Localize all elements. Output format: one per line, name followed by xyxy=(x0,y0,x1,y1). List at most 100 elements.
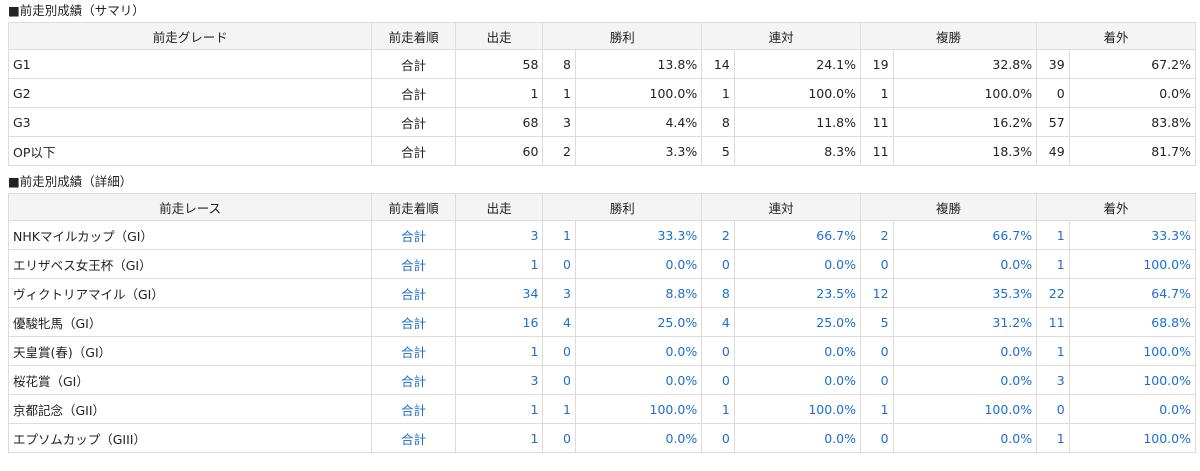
fukusho-count-cell[interactable]: 0 xyxy=(860,365,894,395)
rentai-count-cell[interactable]: 0 xyxy=(701,336,735,366)
win-count-cell[interactable]: 0 xyxy=(542,365,576,395)
row-name-cell: OP以下 xyxy=(7,136,373,166)
runs-cell[interactable]: 16 xyxy=(454,307,544,337)
win-rate-cell[interactable]: 0.0% xyxy=(574,336,703,366)
rentai-rate-cell[interactable]: 25.0% xyxy=(733,307,862,337)
finish-total-cell[interactable]: 合計 xyxy=(371,365,456,395)
fukusho-count-cell: 11 xyxy=(860,136,894,166)
out-count-cell[interactable]: 11 xyxy=(1036,307,1070,337)
header-fukusho: 複勝 xyxy=(859,22,1038,50)
fukusho-count-cell[interactable]: 0 xyxy=(860,336,894,366)
fukusho-count-cell[interactable]: 1 xyxy=(860,394,894,424)
out-rate-cell: 81.7% xyxy=(1068,136,1197,166)
finish-total-cell[interactable]: 合計 xyxy=(371,278,456,308)
win-rate-cell[interactable]: 0.0% xyxy=(574,249,703,279)
out-count-cell[interactable]: 22 xyxy=(1036,278,1070,308)
runs-cell[interactable]: 1 xyxy=(454,249,544,279)
finish-total-cell[interactable]: 合計 xyxy=(371,423,456,453)
rentai-rate-cell[interactable]: 66.7% xyxy=(733,220,862,250)
row-name-cell: 天皇賞(春)（GI） xyxy=(7,336,373,366)
rentai-count-cell[interactable]: 8 xyxy=(701,278,735,308)
runs-cell[interactable]: 1 xyxy=(454,423,544,453)
finish-total-cell: 合計 xyxy=(371,49,456,79)
runs-cell[interactable]: 34 xyxy=(454,278,544,308)
out-rate-cell[interactable]: 100.0% xyxy=(1068,249,1197,279)
rentai-rate-cell[interactable]: 0.0% xyxy=(733,336,862,366)
win-rate-cell[interactable]: 33.3% xyxy=(574,220,703,250)
fukusho-count-cell[interactable]: 0 xyxy=(860,423,894,453)
fukusho-rate-cell[interactable]: 100.0% xyxy=(892,394,1038,424)
table-row: NHKマイルカップ（GI） 合計 3 1 33.3% 2 66.7% 2 66.7% 1 33.3% xyxy=(7,220,1197,250)
rentai-count-cell[interactable]: 2 xyxy=(701,220,735,250)
table-row: OP以下 合計 60 2 3.3% 5 8.3% 11 18.3% 49 81.7% xyxy=(7,136,1197,166)
finish-total-cell[interactable]: 合計 xyxy=(371,249,456,279)
finish-total-cell[interactable]: 合計 xyxy=(371,336,456,366)
win-rate-cell[interactable]: 0.0% xyxy=(574,365,703,395)
row-name-cell: 桜花賞（GI） xyxy=(7,365,373,395)
finish-total-cell[interactable]: 合計 xyxy=(371,220,456,250)
table-row: エリザベス女王杯（GI） 合計 1 0 0.0% 0 0.0% 0 0.0% 1 100.0% xyxy=(7,249,1197,279)
win-count-cell[interactable]: 0 xyxy=(542,249,576,279)
out-rate-cell[interactable]: 100.0% xyxy=(1068,423,1197,453)
fukusho-rate-cell[interactable]: 0.0% xyxy=(892,336,1038,366)
rentai-count-cell[interactable]: 4 xyxy=(701,307,735,337)
win-count-cell[interactable]: 3 xyxy=(542,278,576,308)
win-count-cell[interactable]: 1 xyxy=(542,394,576,424)
fukusho-rate-cell[interactable]: 66.7% xyxy=(892,220,1038,250)
out-rate-cell[interactable]: 33.3% xyxy=(1068,220,1197,250)
win-count-cell[interactable]: 0 xyxy=(542,423,576,453)
fukusho-rate-cell[interactable]: 0.0% xyxy=(892,249,1038,279)
win-rate-cell[interactable]: 8.8% xyxy=(574,278,703,308)
fukusho-rate-cell[interactable]: 31.2% xyxy=(892,307,1038,337)
runs-cell[interactable]: 3 xyxy=(454,365,544,395)
win-rate-cell[interactable]: 100.0% xyxy=(574,394,703,424)
fukusho-rate-cell: 16.2% xyxy=(892,107,1038,137)
out-rate-cell: 83.8% xyxy=(1068,107,1197,137)
win-rate-cell[interactable]: 25.0% xyxy=(574,307,703,337)
rentai-rate-cell[interactable]: 0.0% xyxy=(733,365,862,395)
out-count-cell[interactable]: 0 xyxy=(1036,394,1070,424)
win-count-cell[interactable]: 0 xyxy=(542,336,576,366)
out-count-cell[interactable]: 1 xyxy=(1036,249,1070,279)
fukusho-count-cell[interactable]: 12 xyxy=(860,278,894,308)
rentai-rate-cell[interactable]: 0.0% xyxy=(733,249,862,279)
detail-header-row: 前走レース 前走着順 出走 勝利 連対 複勝 着外 xyxy=(7,193,1196,221)
win-count-cell[interactable]: 1 xyxy=(542,220,576,250)
fukusho-count-cell[interactable]: 0 xyxy=(860,249,894,279)
rentai-rate-cell[interactable]: 0.0% xyxy=(733,423,862,453)
row-name-cell: 京都記念（GII） xyxy=(7,394,373,424)
fukusho-rate-cell: 32.8% xyxy=(892,49,1038,79)
out-rate-cell[interactable]: 64.7% xyxy=(1068,278,1197,308)
finish-total-cell[interactable]: 合計 xyxy=(371,307,456,337)
win-rate-cell[interactable]: 0.0% xyxy=(574,423,703,453)
runs-cell[interactable]: 3 xyxy=(454,220,544,250)
rentai-count-cell[interactable]: 0 xyxy=(701,249,735,279)
rentai-count-cell[interactable]: 0 xyxy=(701,423,735,453)
runs-cell[interactable]: 1 xyxy=(454,394,544,424)
finish-total-cell[interactable]: 合計 xyxy=(371,394,456,424)
rentai-count-cell[interactable]: 1 xyxy=(701,394,735,424)
out-rate-cell[interactable]: 100.0% xyxy=(1068,336,1197,366)
fukusho-rate-cell[interactable]: 35.3% xyxy=(892,278,1038,308)
header-rentai: 連対 xyxy=(701,22,861,50)
out-count-cell[interactable]: 3 xyxy=(1036,365,1070,395)
win-rate-cell: 13.8% xyxy=(574,49,703,79)
out-rate-cell[interactable]: 68.8% xyxy=(1068,307,1197,337)
out-rate-cell[interactable]: 100.0% xyxy=(1068,365,1197,395)
rentai-rate-cell[interactable]: 23.5% xyxy=(733,278,862,308)
win-count-cell[interactable]: 4 xyxy=(542,307,576,337)
out-count-cell[interactable]: 1 xyxy=(1036,220,1070,250)
runs-cell: 68 xyxy=(454,107,544,137)
fukusho-count-cell[interactable]: 5 xyxy=(860,307,894,337)
out-count-cell[interactable]: 1 xyxy=(1036,423,1070,453)
rentai-rate-cell[interactable]: 100.0% xyxy=(733,394,862,424)
table-row: G3 合計 68 3 4.4% 8 11.8% 11 16.2% 57 83.8% xyxy=(7,107,1197,137)
out-rate-cell[interactable]: 0.0% xyxy=(1068,394,1197,424)
fukusho-rate-cell[interactable]: 0.0% xyxy=(892,365,1038,395)
row-name-cell: ヴィクトリアマイル（GI） xyxy=(7,278,373,308)
runs-cell[interactable]: 1 xyxy=(454,336,544,366)
out-count-cell[interactable]: 1 xyxy=(1036,336,1070,366)
rentai-count-cell[interactable]: 0 xyxy=(701,365,735,395)
fukusho-count-cell[interactable]: 2 xyxy=(860,220,894,250)
fukusho-rate-cell[interactable]: 0.0% xyxy=(892,423,1038,453)
